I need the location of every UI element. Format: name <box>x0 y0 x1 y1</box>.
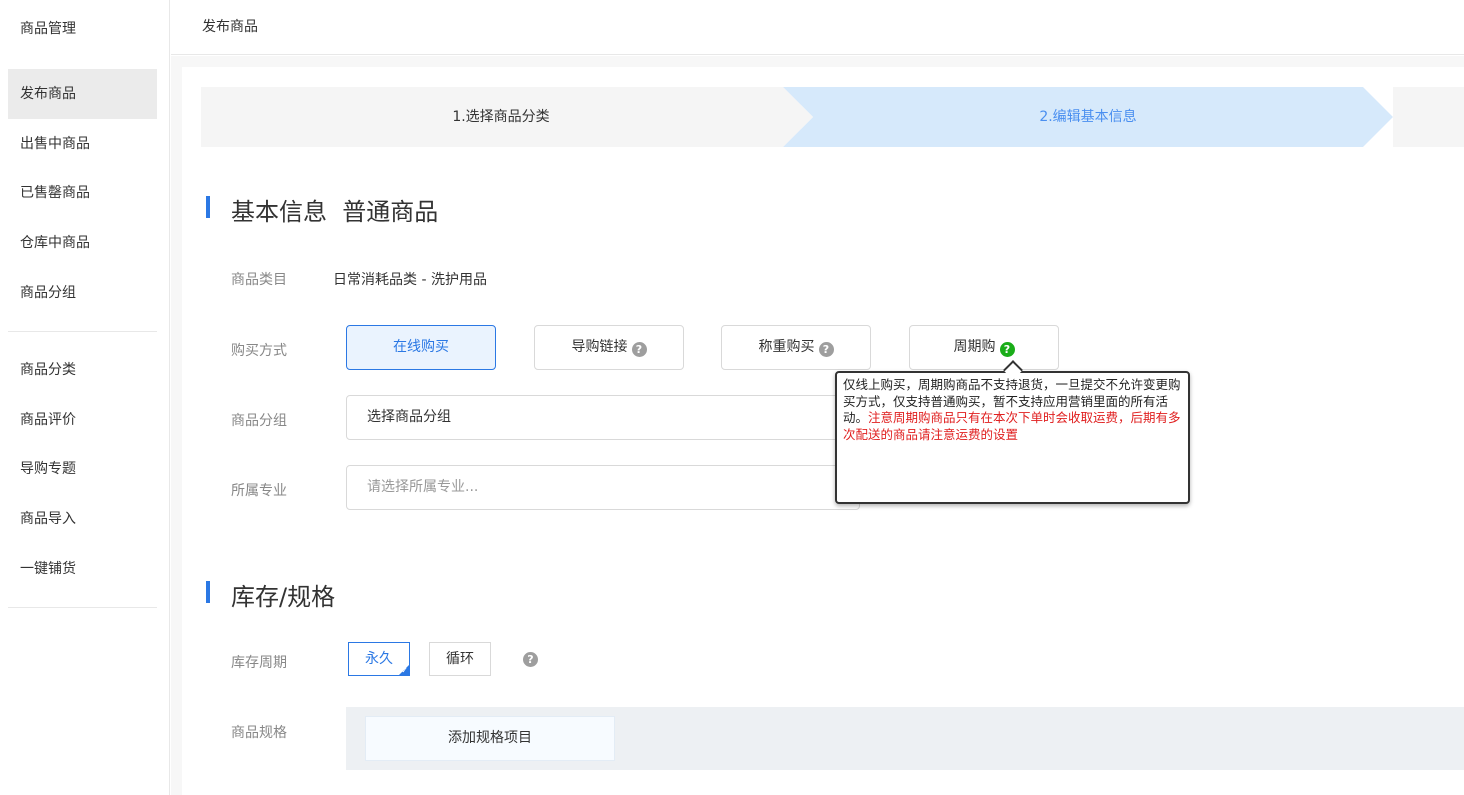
category-label: 商品类目 <box>231 272 287 288</box>
stock-cycle-loop-label: 循环 <box>446 651 474 667</box>
sidebar-item-goods-group[interactable]: 商品分组 <box>8 268 157 318</box>
sidebar-item-goods-category[interactable]: 商品分类 <box>8 345 157 395</box>
page-title: 发布商品 <box>202 19 258 35</box>
stock-cycle-permanent-label: 永久 <box>365 651 393 667</box>
section-marker <box>206 581 210 603</box>
purchase-guide-link-button[interactable]: 导购链接? <box>534 325 684 370</box>
purchase-guide-link-label: 导购链接 <box>571 339 628 355</box>
check-icon: ✓ <box>401 666 408 675</box>
sidebar-divider <box>8 331 157 332</box>
sidebar: 商品管理 发布商品 出售中商品 已售罄商品 仓库中商品 商品分组 商品分类 商品… <box>0 0 170 795</box>
sidebar-item-sold-out[interactable]: 已售罄商品 <box>8 168 157 218</box>
section-stock-title: 库存/规格 <box>231 583 336 611</box>
section-stock: 库存/规格 <box>206 577 336 612</box>
stock-cycle-permanent-button[interactable]: 永久 ✓ <box>348 642 410 676</box>
step-select-category: 1.选择商品分类 <box>201 87 801 147</box>
sidebar-item-goods-import[interactable]: 商品导入 <box>8 494 157 544</box>
sidebar-item-publish-goods[interactable]: 发布商品 <box>8 69 157 119</box>
sidebar-divider <box>8 607 157 608</box>
major-select[interactable]: 请选择所属专业... <box>346 465 860 510</box>
purchase-online-button[interactable]: 在线购买 <box>346 325 496 370</box>
step-edit-basic-info: 2.编辑基本信息 <box>783 87 1393 147</box>
periodic-tooltip: 仅线上购买，周期购商品不支持退货，一旦提交不允许变更购买方式，仅支持普通购买，暂… <box>835 371 1190 504</box>
purchase-online-label: 在线购买 <box>393 339 449 355</box>
purchase-periodic-label: 周期购 <box>953 339 996 355</box>
sidebar-item-shopping-guide[interactable]: 导购专题 <box>8 444 157 494</box>
goods-group-select[interactable]: 选择商品分组 <box>346 395 860 440</box>
tooltip-warning-text: 注意周期购商品只有在本次下单时会收取运费，后期有多次配送的商品请注意运费的设置 <box>843 410 1181 442</box>
help-icon[interactable]: ? <box>999 342 1015 357</box>
purchase-method-label: 购买方式 <box>231 343 287 359</box>
sidebar-item-on-sale[interactable]: 出售中商品 <box>8 119 157 169</box>
help-icon[interactable]: ? <box>818 342 834 357</box>
stock-cycle-loop-button[interactable]: 循环 <box>429 642 491 676</box>
app-root: 商品管理 发布商品 出售中商品 已售罄商品 仓库中商品 商品分组 商品分类 商品… <box>0 0 1464 795</box>
section-basic-info: 基本信息 普通商品 <box>206 192 439 227</box>
sidebar-item-one-click-distribute[interactable]: 一键铺货 <box>8 544 157 594</box>
add-spec-button[interactable]: 添加规格项目 <box>365 716 615 761</box>
help-icon[interactable]: ? <box>631 342 647 357</box>
sidebar-item-warehouse[interactable]: 仓库中商品 <box>8 218 157 268</box>
page-header: 发布商品 <box>171 0 1464 55</box>
major-placeholder: 请选择所属专业... <box>367 479 479 495</box>
major-label: 所属专业 <box>231 483 287 499</box>
help-icon[interactable]: ? <box>523 652 538 667</box>
sidebar-title: 商品管理 <box>20 21 76 37</box>
purchase-weigh-label: 称重购买 <box>758 339 815 355</box>
sidebar-item-goods-review[interactable]: 商品评价 <box>8 395 157 445</box>
goods-group-value: 选择商品分组 <box>367 409 451 425</box>
spec-label: 商品规格 <box>231 725 287 741</box>
step-next <box>1393 87 1464 147</box>
category-value: 日常消耗品类 - 洗护用品 <box>333 272 487 288</box>
goods-group-label: 商品分组 <box>231 413 287 429</box>
purchase-periodic-button[interactable]: 周期购? <box>909 325 1059 370</box>
section-marker <box>206 196 210 218</box>
progress-steps: 1.选择商品分类 2.编辑基本信息 <box>201 87 1464 147</box>
stock-cycle-label: 库存周期 <box>231 655 287 671</box>
section-basic-info-title: 基本信息 普通商品 <box>231 198 439 226</box>
purchase-weigh-button[interactable]: 称重购买? <box>721 325 871 370</box>
